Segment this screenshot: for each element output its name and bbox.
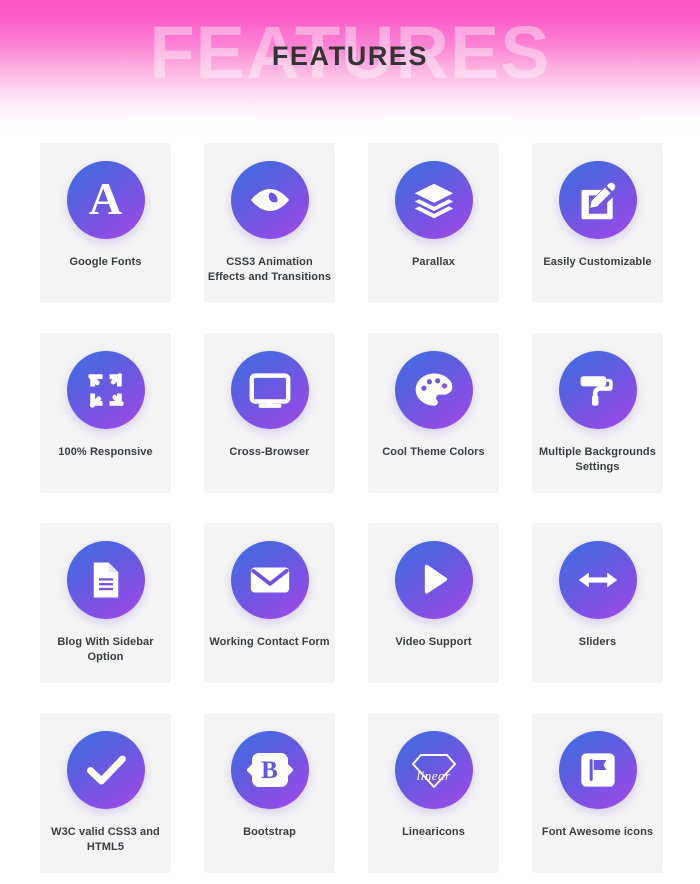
arrows-horizontal-icon [558,541,637,619]
feature-card-blog-sidebar[interactable]: Blog With Sidebar Option [40,523,171,683]
feature-card-google-fonts[interactable]: A Google Fonts [40,143,171,303]
feature-card-sliders[interactable]: Sliders [532,523,663,683]
palette-icon [394,351,473,429]
feature-label: Parallax [411,256,455,268]
document-lines-icon [66,541,145,619]
feature-card-css3-animation[interactable]: CSS3 Animation Effects and Transitions [204,143,335,303]
features-grid: A Google Fonts CSS3 Animation Effects an… [40,143,663,873]
feature-card-easily-customizable[interactable]: Easily Customizable [532,143,663,303]
layers-icon [394,161,473,239]
feature-card-contact-form[interactable]: Working Contact Form [204,523,335,683]
feature-label: Google Fonts [69,256,142,268]
feature-card-video-support[interactable]: Video Support [368,523,499,683]
linearicons-diamond-icon: linear [394,731,473,809]
feature-label: W3C valid CSS3 and HTML5 [51,826,160,853]
feature-label: Multiple Backgrounds Settings [539,446,656,473]
bootstrap-b-icon: B [230,731,309,809]
features-header: FEATURES FEATURES [0,0,700,132]
feature-card-font-awesome[interactable]: Font Awesome icons [532,713,663,873]
edit-pencil-square-icon [558,161,637,239]
page-title: FEATURES [271,41,429,71]
feature-card-bootstrap[interactable]: B Bootstrap [204,713,335,873]
feature-label: Working Contact Form [209,636,330,648]
desktop-monitor-icon [230,351,309,429]
eye-icon [230,161,309,239]
feature-label: Linearicons [402,826,465,838]
feature-label: Bootstrap [243,826,296,838]
feature-card-linearicons[interactable]: linear Linearicons [368,713,499,873]
feature-label: Sliders [578,636,617,648]
checkmark-icon [66,731,145,809]
feature-card-responsive[interactable]: 100% Responsive [40,333,171,493]
feature-label: 100% Responsive [58,446,153,458]
feature-label: Font Awesome icons [541,826,654,838]
feature-label: Video Support [395,636,472,648]
feature-label: CSS3 Animation Effects and Transitions [207,256,332,283]
feature-card-cross-browser[interactable]: Cross-Browser [204,333,335,493]
letter-a-icon: A [66,161,145,239]
feature-card-theme-colors[interactable]: Cool Theme Colors [368,333,499,493]
envelope-icon [230,541,309,619]
feature-label: Cool Theme Colors [382,446,485,458]
flag-square-icon [558,731,637,809]
expand-arrows-icon [66,351,145,429]
feature-card-multiple-backgrounds[interactable]: Multiple Backgrounds Settings [532,333,663,493]
feature-label: Blog With Sidebar Option [57,636,154,663]
linearicons-wordmark: linear [416,768,451,783]
feature-card-parallax[interactable]: Parallax [368,143,499,303]
feature-label: Cross-Browser [229,446,310,458]
feature-card-w3c-valid[interactable]: W3C valid CSS3 and HTML5 [40,713,171,873]
feature-label: Easily Customizable [543,256,652,268]
play-triangle-icon [394,541,473,619]
paint-roller-icon [558,351,637,429]
